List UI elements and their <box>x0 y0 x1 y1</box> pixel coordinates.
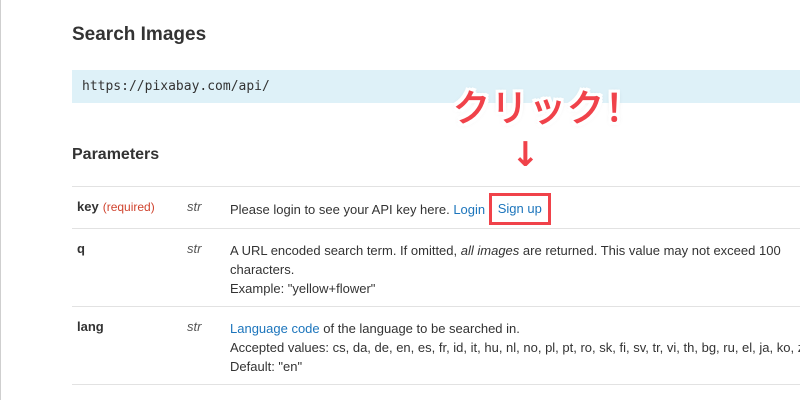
param-row-q: q str A URL encoded search term. If omit… <box>72 228 800 306</box>
param-row-key: key (required) str Please login to see yo… <box>72 186 800 228</box>
param-description: Language code of the language to be sear… <box>230 319 800 376</box>
endpoint-url: https://pixabay.com/api/ <box>72 70 800 103</box>
signup-link[interactable]: Sign up <box>498 201 542 216</box>
default-value: Default: "en" <box>230 359 303 374</box>
down-arrow-icon: ↓ <box>511 135 540 175</box>
param-description: Please login to see your API key here. L… <box>230 193 800 226</box>
param-type: str <box>187 199 202 214</box>
param-type: str <box>187 319 202 334</box>
page: Search Images https://pixabay.com/api/ P… <box>0 0 800 400</box>
accepted-values: Accepted values: cs, da, de, en, es, fr,… <box>230 340 800 355</box>
param-description: A URL encoded search term. If omitted, a… <box>230 243 781 296</box>
click-annotation: クリック！ <box>453 87 643 130</box>
required-badge: (required) <box>102 200 155 214</box>
language-code-link[interactable]: Language code <box>230 321 320 336</box>
parameters-title: Parameters <box>72 146 160 163</box>
login-link[interactable]: Login <box>453 202 485 217</box>
section-title: Search Images <box>72 24 207 45</box>
param-type: str <box>187 241 202 256</box>
param-example: Example: "yellow+flower" <box>230 281 376 296</box>
param-name: q <box>77 241 85 256</box>
signup-highlight: Sign up <box>488 193 551 225</box>
param-row-lang: lang str Language code of the language t… <box>72 306 800 384</box>
param-row-next <box>72 384 800 400</box>
param-name: lang <box>77 319 104 334</box>
param-name: key (required) <box>77 199 155 214</box>
